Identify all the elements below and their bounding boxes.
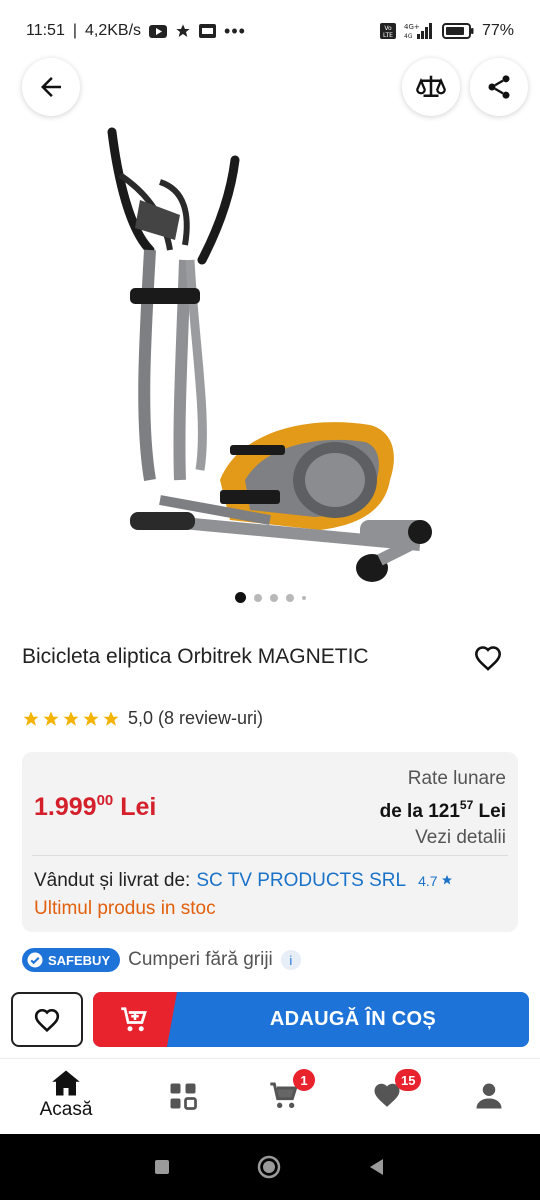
star-icon [63, 711, 79, 726]
installments-value: 121 [428, 801, 460, 822]
share-button[interactable] [470, 58, 528, 116]
system-navigation-bar [0, 1134, 540, 1200]
grid-icon [170, 1083, 197, 1110]
home-circle-icon[interactable] [256, 1154, 282, 1180]
info-icon[interactable]: i [280, 950, 301, 970]
seller-info: Vândut și livrat de: SC TV PRODUCTS SRL … [34, 870, 453, 892]
scale-compare-icon [416, 75, 446, 97]
gallery-notification-icon [199, 24, 217, 38]
image-carousel-dots [0, 592, 540, 603]
more-notifications-icon: ••• [224, 20, 246, 41]
status-bar: 11:51 | 4,2KB/s ••• Vo LTE 4G+ 4G 77% [0, 0, 540, 62]
svg-text:LTE: LTE [383, 32, 393, 39]
add-to-wishlist-button[interactable] [11, 992, 83, 1047]
share-icon [488, 75, 510, 99]
status-separator: | [72, 22, 78, 39]
add-to-cart-icon-block [93, 992, 177, 1047]
safebuy-label: SAFEBUY [48, 952, 111, 968]
cart-badge: 1 [293, 1069, 315, 1091]
heart-outline-icon [34, 1008, 60, 1032]
card-divider [32, 855, 508, 856]
seller-rating-value: 4.7 [418, 873, 438, 889]
status-time: 11:51 [26, 22, 65, 39]
safebuy-text: Cumperi fără griji [128, 949, 273, 970]
rating-stars [22, 710, 120, 728]
price-main: 1.999 [34, 793, 97, 821]
stock-status: Ultimul produs in stoc [34, 898, 216, 919]
svg-text:Vo: Vo [384, 25, 392, 32]
battery-icon [441, 23, 474, 39]
compare-button[interactable] [402, 58, 460, 116]
price-currency: Lei [120, 793, 157, 821]
nav-categories[interactable] [143, 1069, 223, 1129]
youtube-icon [149, 24, 168, 38]
volte-icon: Vo LTE [379, 23, 396, 39]
nav-cart[interactable]: 1 [245, 1069, 325, 1129]
star-notification-icon [175, 23, 191, 39]
seller-rating[interactable]: 4.7 [418, 873, 453, 889]
nav-home-label: Acasă [39, 1099, 93, 1120]
rating-text: 5,0 (8 review-uri) [128, 708, 264, 728]
star-icon [83, 711, 99, 726]
status-left: 11:51 | 4,2KB/s ••• [26, 21, 246, 42]
carousel-dot[interactable] [301, 595, 306, 600]
nav-favorites[interactable]: 15 [347, 1069, 427, 1129]
recents-icon[interactable] [153, 1158, 171, 1176]
back-triangle-icon[interactable] [367, 1157, 387, 1177]
seller-prefix: Vândut și livrat de: [34, 870, 191, 891]
star-icon [442, 875, 453, 885]
nav-account[interactable] [449, 1069, 529, 1129]
carousel-dot[interactable] [285, 593, 294, 602]
status-speed: 4,2KB/s [85, 22, 142, 39]
installments-decimals: 57 [459, 798, 474, 812]
svg-text:4G+: 4G+ [404, 23, 420, 31]
star-icon [23, 711, 39, 726]
heart-outline-icon [475, 646, 501, 671]
cart-add-icon [121, 1006, 147, 1031]
installments-prefix: de la [379, 801, 423, 822]
bottom-navigation: Acasă 1 15 [0, 1058, 540, 1134]
back-button[interactable] [22, 58, 80, 116]
price-card: 1.99900 Lei Rate lunare de la 12157 Lei … [22, 752, 518, 932]
carousel-dot[interactable] [253, 593, 262, 602]
seller-link[interactable]: SC TV PRODUCTS SRL [196, 870, 406, 892]
svg-text:4G: 4G [404, 33, 413, 40]
installments-currency: Lei [478, 801, 506, 822]
arrow-left-icon [41, 77, 61, 97]
add-to-cart-label: ADAUGĂ ÎN COȘ [269, 1008, 437, 1030]
price-decimals: 00 [96, 792, 114, 809]
installments-details-link[interactable]: Vezi detalii [380, 825, 506, 851]
status-right: Vo LTE 4G+ 4G 77% [379, 22, 514, 40]
carousel-dot-active[interactable] [234, 592, 246, 603]
installments-label: Rate lunare [407, 768, 506, 789]
safebuy-badge: SAFEBUY [22, 948, 121, 972]
favorite-button[interactable] [470, 640, 506, 676]
battery-percent: 77% [481, 22, 514, 39]
signal-icon: 4G+ 4G [404, 22, 434, 40]
star-icon [43, 711, 59, 726]
star-icon [103, 711, 119, 726]
add-to-cart-button[interactable]: ADAUGĂ ÎN COȘ [93, 992, 529, 1047]
product-image[interactable] [90, 120, 450, 600]
home-icon [52, 1070, 80, 1096]
carousel-dot[interactable] [269, 593, 278, 602]
user-icon [476, 1083, 502, 1109]
check-circle-icon [27, 952, 43, 968]
product-title: Bicicleta eliptica Orbitrek MAGNETIC [22, 645, 369, 668]
installments-amount: de la 12157 Lei [380, 792, 506, 825]
product-price: 1.99900 Lei [34, 792, 156, 822]
safebuy-row[interactable]: SAFEBUY Cumperi fără griji i [22, 948, 301, 972]
favorites-badge: 15 [395, 1069, 422, 1091]
nav-home[interactable]: Acasă [26, 1069, 106, 1129]
installments-box[interactable]: Rate lunare de la 12157 Lei Vezi detalii [380, 766, 506, 851]
product-rating[interactable]: 5,0 (8 review-uri) [22, 708, 263, 729]
